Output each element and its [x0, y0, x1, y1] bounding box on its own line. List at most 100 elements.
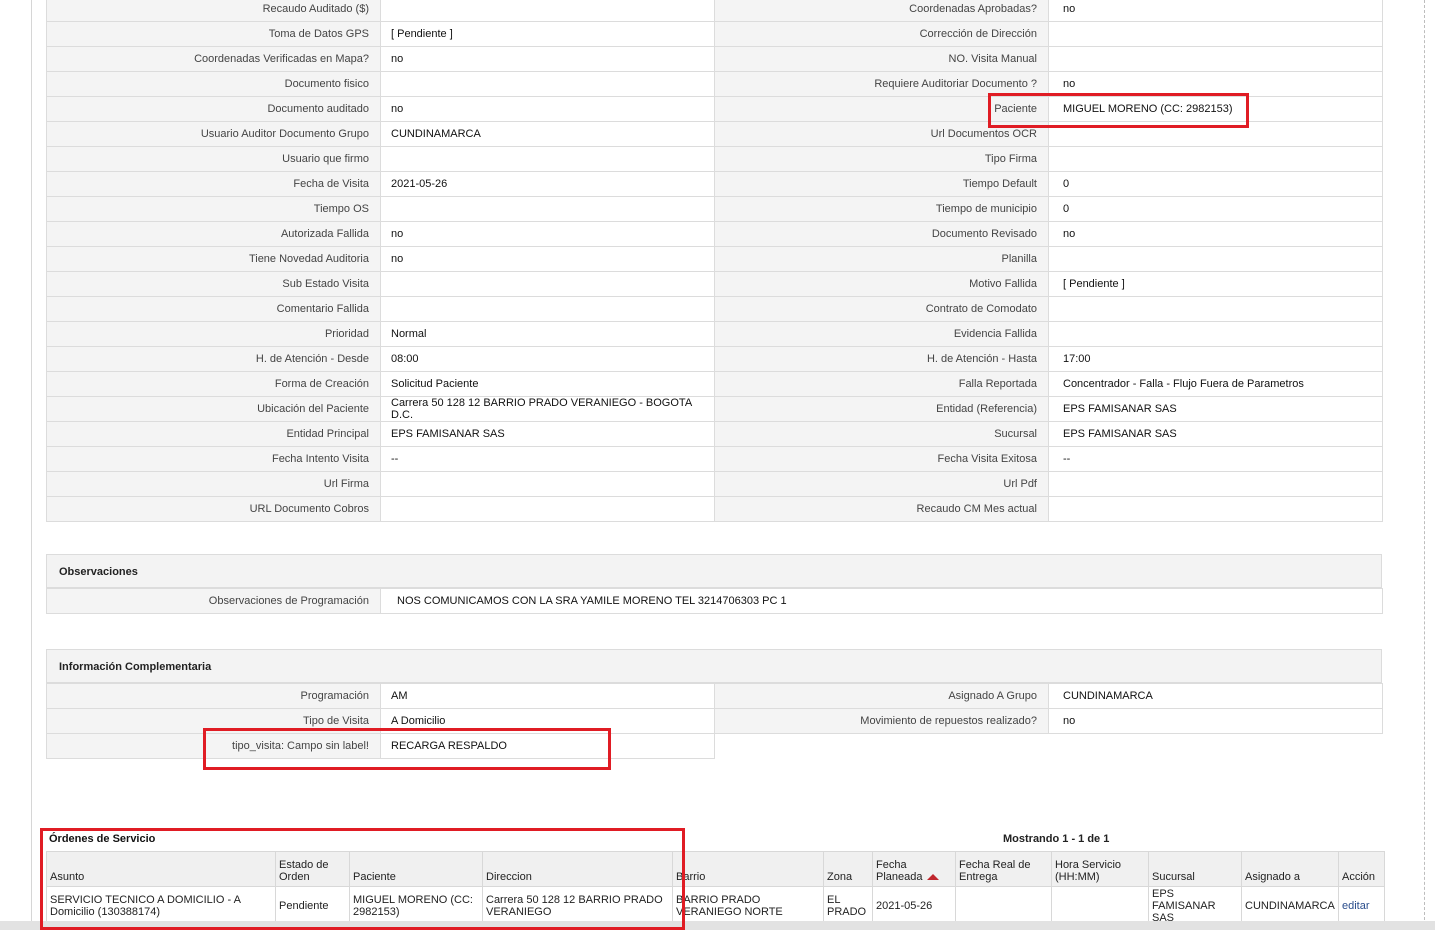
details-panel: Recaudo Auditado ($) Coordenadas Aprobada…: [46, 0, 1383, 522]
field-value: A Domicilio: [380, 708, 715, 734]
column-header-fecha-planeada[interactable]: Fecha Planeada: [872, 851, 956, 887]
cell-barrio: BARRIO PRADO VERANIEGO NORTE: [672, 886, 824, 926]
field-value: Solicitud Paciente: [380, 371, 715, 397]
cell-asunto: SERVICIO TECNICO A DOMICILIO - A Domicil…: [46, 886, 276, 926]
field-label: Documento fisico: [46, 71, 381, 97]
field-value: no: [380, 246, 715, 272]
field-label: Coordenadas Verificadas en Mapa?: [46, 46, 381, 72]
field-label: Url Pdf: [714, 471, 1049, 497]
field-label: Ubicación del Paciente: [46, 396, 381, 422]
details-row: Comentario Fallida Contrato de Comodato: [46, 296, 1383, 322]
column-header-fecha-real[interactable]: Fecha Real de Entrega: [955, 851, 1052, 887]
field-value: [1048, 146, 1383, 172]
field-value: AM: [380, 683, 715, 709]
column-header-barrio[interactable]: Barrio: [672, 851, 824, 887]
details-row: H. de Atención - Desde 08:00 H. de Atenció…: [46, 346, 1383, 372]
field-value: --: [1048, 446, 1383, 472]
field-label: Motivo Fallida: [714, 271, 1049, 297]
column-header-paciente[interactable]: Paciente: [349, 851, 483, 887]
details-row: Forma de Creación Solicitud Paciente Falla…: [46, 371, 1383, 397]
field-value: [380, 296, 715, 322]
field-label: Documento auditado: [46, 96, 381, 122]
field-label: Sub Estado Visita: [46, 271, 381, 297]
details-row: Prioridad Normal Evidencia Fallida: [46, 321, 1383, 347]
field-label: Url Firma: [46, 471, 381, 497]
edit-link[interactable]: editar: [1342, 900, 1370, 912]
field-value: EPS FAMISANAR SAS: [1048, 421, 1383, 447]
cell-estado: Pendiente: [275, 886, 350, 926]
cell-asignado: CUNDINAMARCA: [1241, 886, 1339, 926]
field-label: Tiempo Default: [714, 171, 1049, 197]
field-label: Recaudo Auditado ($): [46, 0, 381, 22]
column-header-asignado[interactable]: Asignado a: [1241, 851, 1339, 887]
field-value: [1048, 296, 1383, 322]
field-value: [380, 196, 715, 222]
details-row: Autorizada Fallida no Documento Revisado no: [46, 221, 1383, 247]
column-header-asunto[interactable]: Asunto: [46, 851, 276, 887]
field-value: [380, 146, 715, 172]
left-border: [31, 0, 32, 930]
field-label: Recaudo CM Mes actual: [714, 496, 1049, 522]
field-value: 0: [1048, 171, 1383, 197]
column-header-sucursal[interactable]: Sucursal: [1148, 851, 1242, 887]
field-value: RECARGA RESPALDO: [380, 733, 715, 759]
sort-ascending-icon: [926, 874, 939, 881]
field-label: Movimiento de repuestos realizado?: [714, 708, 1049, 734]
field-value: [1048, 496, 1383, 522]
column-header-estado[interactable]: Estado de Orden: [275, 851, 350, 887]
field-value: no: [1048, 0, 1383, 22]
observaciones-title: Observaciones: [46, 554, 1382, 588]
info-row: tipo_visita: Campo sin label! RECARGA RE…: [46, 733, 1383, 759]
field-label: Prioridad: [46, 321, 381, 347]
field-value: MIGUEL MORENO (CC: 2982153): [1048, 96, 1383, 122]
field-value: [ Pendiente ]: [380, 21, 715, 47]
field-label: Url Documentos OCR: [714, 121, 1049, 147]
field-value: [1048, 121, 1383, 147]
field-label: Entidad Principal: [46, 421, 381, 447]
field-value: [ Pendiente ]: [1048, 271, 1383, 297]
column-header-accion: Acción: [1338, 851, 1385, 887]
field-value: [1048, 46, 1383, 72]
field-value: [380, 271, 715, 297]
details-row: Entidad Principal EPS FAMISANAR SAS Sucurs…: [46, 421, 1383, 447]
field-label: H. de Atención - Hasta: [714, 346, 1049, 372]
field-label: URL Documento Cobros: [46, 496, 381, 522]
field-value: 17:00: [1048, 346, 1383, 372]
field-value: 2021-05-26: [380, 171, 715, 197]
details-row: Recaudo Auditado ($) Coordenadas Aprobada…: [46, 0, 1383, 22]
cell-paciente: MIGUEL MORENO (CC: 2982153): [349, 886, 483, 926]
field-label: Forma de Creación: [46, 371, 381, 397]
field-value: EPS FAMISANAR SAS: [380, 421, 715, 447]
field-value: [1048, 246, 1383, 272]
field-value: --: [380, 446, 715, 472]
details-row: Documento fisico Requiere Auditoriar Docu…: [46, 71, 1383, 97]
details-row: Toma de Datos GPS[ Pendiente ] Corrección…: [46, 21, 1383, 47]
field-label: Asignado A Grupo: [714, 683, 1049, 709]
cell-direccion: Carrera 50 128 12 BARRIO PRADO VERANIEGO: [482, 886, 673, 926]
field-label: Sucursal: [714, 421, 1049, 447]
field-label: Entidad (Referencia): [714, 396, 1049, 422]
field-value: [1048, 321, 1383, 347]
field-value: Concentrador - Falla - Flujo Fuera de Pa…: [1048, 371, 1383, 397]
cell-zona: EL PRADO: [823, 886, 873, 926]
cell-accion: editar: [1338, 886, 1385, 926]
orders-title: Órdenes de Servicio: [49, 833, 156, 845]
table-row: SERVICIO TECNICO A DOMICILIO - A Domicil…: [46, 886, 1385, 926]
column-header-hora[interactable]: Hora Servicio (HH:MM): [1051, 851, 1149, 887]
field-label: Usuario que firmo: [46, 146, 381, 172]
field-label: Tipo de Visita: [46, 708, 381, 734]
field-value: [1048, 471, 1383, 497]
field-label: Falla Reportada: [714, 371, 1049, 397]
orders-header-row: Asunto Estado de Orden Paciente Direccio…: [46, 851, 1385, 887]
column-header-zona[interactable]: Zona: [823, 851, 873, 887]
field-label: Evidencia Fallida: [714, 321, 1049, 347]
field-value: CUNDINAMARCA: [380, 121, 715, 147]
horizontal-scrollbar[interactable]: [0, 921, 1435, 930]
observaciones-row: Observaciones de Programación NOS COMUNI…: [46, 588, 1383, 614]
field-label: Fecha Intento Visita: [46, 446, 381, 472]
field-value: [1048, 21, 1383, 47]
field-label: Tiempo OS: [46, 196, 381, 222]
field-value: NOS COMUNICAMOS CON LA SRA YAMILE MORENO…: [380, 588, 1383, 614]
column-header-direccion[interactable]: Direccion: [482, 851, 673, 887]
field-value: Normal: [380, 321, 715, 347]
